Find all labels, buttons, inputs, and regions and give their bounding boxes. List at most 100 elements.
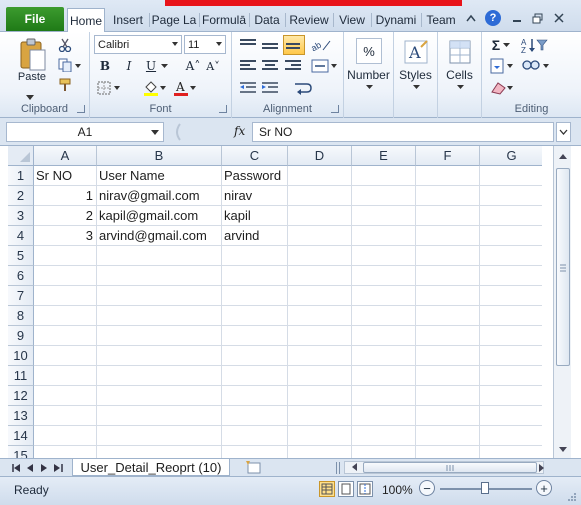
cell-b1[interactable]: User Name <box>97 166 222 186</box>
cut-icon[interactable] <box>56 36 74 54</box>
zoom-level[interactable]: 100% <box>382 483 413 497</box>
tab-team[interactable]: Team <box>423 9 459 31</box>
empty-cell[interactable] <box>416 346 480 366</box>
tab-formulas[interactable]: Formulā <box>201 9 247 31</box>
empty-cell[interactable] <box>222 326 288 346</box>
alignment-dialog-launcher-icon[interactable] <box>331 105 339 113</box>
cells-dropdown-icon[interactable] <box>456 84 464 90</box>
styles-button[interactable]: Styles <box>394 68 437 82</box>
cell-c4[interactable]: arvind <box>222 226 288 246</box>
formula-input[interactable]: Sr NO <box>252 122 554 142</box>
empty-cell[interactable] <box>34 246 97 266</box>
empty-cell[interactable] <box>288 246 352 266</box>
clipboard-dialog-launcher-icon[interactable] <box>77 105 85 113</box>
expand-formula-bar-icon[interactable] <box>556 122 571 142</box>
column-header-g[interactable]: G <box>480 146 542 166</box>
row-header-5[interactable]: 5 <box>8 246 34 266</box>
empty-cell[interactable] <box>416 326 480 346</box>
cell-c2[interactable]: nirav <box>222 186 288 206</box>
horizontal-scroll-thumb[interactable] <box>363 462 537 473</box>
font-color-icon[interactable]: A <box>172 79 198 97</box>
empty-cell[interactable] <box>97 326 222 346</box>
empty-cell[interactable] <box>34 286 97 306</box>
scroll-left-icon[interactable] <box>347 461 361 472</box>
empty-cell[interactable] <box>288 346 352 366</box>
empty-cell[interactable] <box>222 346 288 366</box>
column-header-b[interactable]: B <box>97 146 222 166</box>
empty-cell[interactable] <box>352 326 416 346</box>
grow-font-button[interactable]: A˄ <box>184 57 202 75</box>
last-sheet-icon[interactable] <box>52 461 64 474</box>
row-header-12[interactable]: 12 <box>8 386 34 406</box>
tab-home[interactable]: Home <box>67 8 105 32</box>
empty-cell[interactable] <box>222 406 288 426</box>
empty-cell[interactable] <box>416 266 480 286</box>
empty-cell[interactable] <box>480 306 542 326</box>
empty-cell[interactable] <box>480 206 542 226</box>
empty-cell[interactable] <box>416 286 480 306</box>
row-header-11[interactable]: 11 <box>8 366 34 386</box>
align-center-icon[interactable] <box>260 57 280 75</box>
select-all-button[interactable] <box>8 146 34 166</box>
column-header-c[interactable]: C <box>222 146 288 166</box>
merge-center-icon[interactable] <box>310 57 338 75</box>
empty-cell[interactable] <box>34 406 97 426</box>
zoom-slider-thumb[interactable] <box>481 482 489 494</box>
row-header-4[interactable]: 4 <box>8 226 34 246</box>
borders-icon[interactable] <box>96 79 122 97</box>
empty-cell[interactable] <box>480 406 542 426</box>
find-select-icon[interactable] <box>520 57 552 75</box>
page-layout-view-icon[interactable] <box>338 481 354 497</box>
empty-cell[interactable] <box>222 266 288 286</box>
empty-cell[interactable] <box>352 366 416 386</box>
cells-icon[interactable] <box>446 36 474 66</box>
column-header-d[interactable]: D <box>288 146 352 166</box>
paste-icon[interactable] <box>14 36 50 76</box>
empty-cell[interactable] <box>288 286 352 306</box>
chevron-down-icon[interactable] <box>151 130 159 135</box>
scroll-down-icon[interactable] <box>556 442 570 456</box>
empty-cell[interactable] <box>480 186 542 206</box>
empty-cell[interactable] <box>288 226 352 246</box>
normal-view-icon[interactable] <box>319 481 335 497</box>
empty-cell[interactable] <box>97 346 222 366</box>
window-restore-icon[interactable] <box>529 10 545 26</box>
align-right-icon[interactable] <box>283 57 303 75</box>
row-header-13[interactable]: 13 <box>8 406 34 426</box>
paste-dropdown-icon[interactable] <box>14 92 46 102</box>
empty-cell[interactable] <box>352 186 416 206</box>
file-tab[interactable]: File <box>6 7 64 31</box>
empty-cell[interactable] <box>480 266 542 286</box>
wrap-text-icon[interactable] <box>292 79 318 97</box>
empty-cell[interactable] <box>288 306 352 326</box>
increase-indent-icon[interactable] <box>260 79 280 97</box>
sheet-tab-user-detail-report[interactable]: User_Detail_Reoprt (10) <box>72 459 230 476</box>
underline-button[interactable]: U <box>142 57 160 75</box>
format-painter-icon[interactable] <box>56 76 74 94</box>
cell-b3[interactable]: kapil@gmail.com <box>97 206 222 226</box>
styles-icon[interactable]: A <box>402 36 430 66</box>
insert-function-button[interactable]: fx <box>234 124 245 138</box>
empty-cell[interactable] <box>416 386 480 406</box>
cell-a4[interactable]: 3 <box>34 226 97 246</box>
column-header-e[interactable]: E <box>352 146 416 166</box>
empty-cell[interactable] <box>416 406 480 426</box>
row-header-2[interactable]: 2 <box>8 186 34 206</box>
empty-cell[interactable] <box>288 406 352 426</box>
column-header-a[interactable]: A <box>34 146 97 166</box>
align-bottom-icon[interactable] <box>283 35 305 55</box>
cell-c3[interactable]: kapil <box>222 206 288 226</box>
window-minimize-icon[interactable] <box>509 10 525 26</box>
empty-cell[interactable] <box>34 326 97 346</box>
bold-button[interactable]: B <box>96 57 114 75</box>
scroll-up-icon[interactable] <box>556 149 570 163</box>
row-header-3[interactable]: 3 <box>8 206 34 226</box>
empty-cell[interactable] <box>34 366 97 386</box>
cell-c1[interactable]: Password <box>222 166 288 186</box>
worksheet-grid[interactable]: A B C D E F G 1 2 3 4 5 6 7 8 9 10 11 12… <box>8 146 542 460</box>
shrink-font-button[interactable]: A˅ <box>204 57 222 75</box>
empty-cell[interactable] <box>222 386 288 406</box>
empty-cell[interactable] <box>288 426 352 446</box>
copy-icon[interactable] <box>56 56 84 74</box>
empty-cell[interactable] <box>352 206 416 226</box>
